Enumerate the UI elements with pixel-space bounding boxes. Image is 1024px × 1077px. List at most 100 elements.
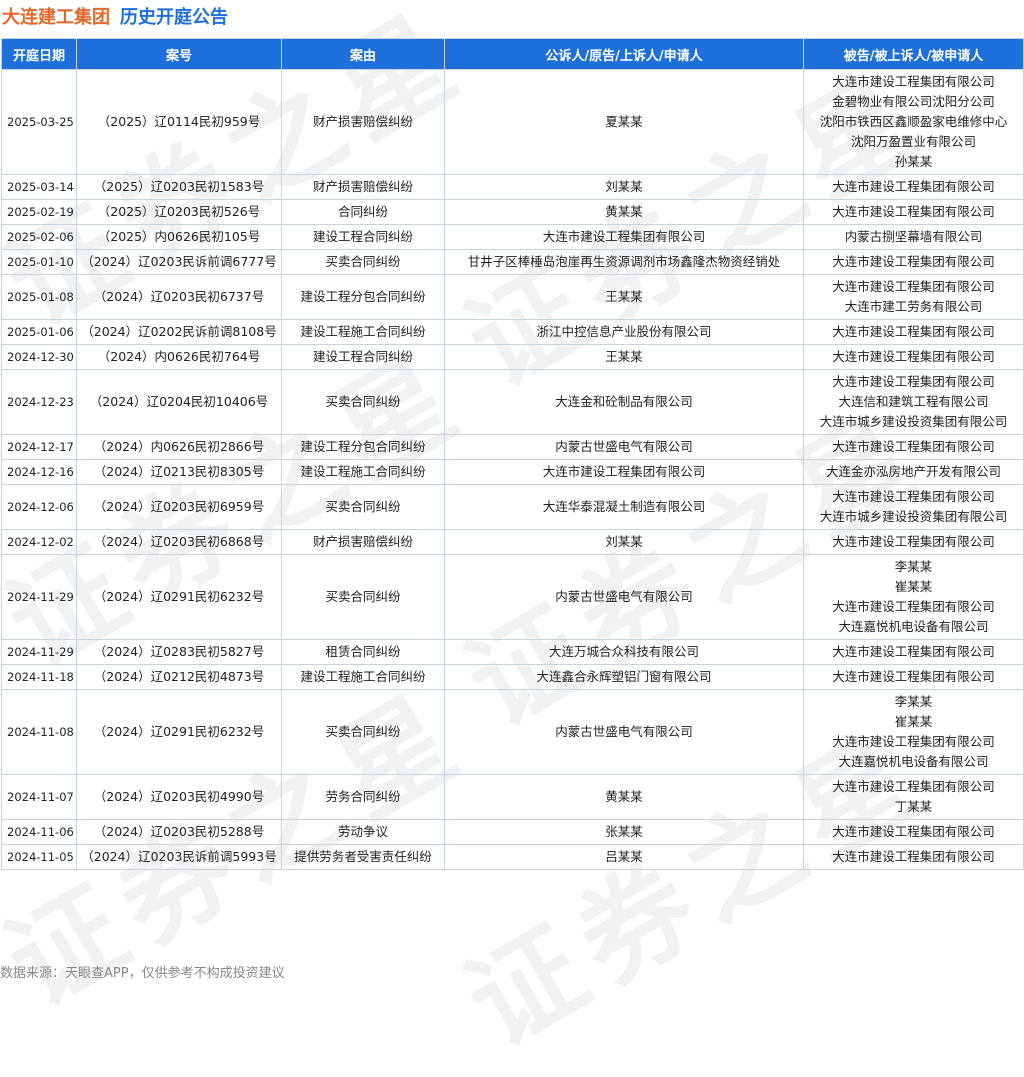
case-cause-cell: 劳务合同纠纷 bbox=[281, 774, 445, 820]
defendant-name: 大连市建设工程集团有限公司 bbox=[832, 179, 995, 194]
case-cause-cell: 建设工程施工合同纠纷 bbox=[281, 319, 445, 345]
case-cause-cell: 买卖合同纠纷 bbox=[281, 249, 445, 275]
column-header-cause: 案由 bbox=[281, 38, 445, 70]
defendant-cell: 大连市建设工程集团有限公司 丁某某 bbox=[803, 774, 1024, 820]
table-header-row: 开庭日期 案号 案由 公诉人/原告/上诉人/申请人 被告/被上诉人/被申请人 bbox=[1, 38, 1024, 70]
case-cause-cell: 买卖合同纠纷 bbox=[281, 484, 445, 530]
plaintiff-cell: 刘某某 bbox=[444, 174, 804, 200]
plaintiff-cell: 甘井子区棒棰岛泡崖再生资源调剂市场鑫隆杰物资经销处 bbox=[444, 249, 804, 275]
defendant-name: 李某某 bbox=[894, 559, 933, 574]
hearing-date-cell: 2024-11-29 bbox=[1, 554, 77, 640]
table-row: 2024-12-23 （2024）辽0204民初10406号 买卖合同纠纷 大连金和砼… bbox=[1, 369, 1024, 435]
defendant-cell: 李某某 崔某某 大连市建设工程集团有限公司 大连嘉悦机电设备有限公司 bbox=[803, 554, 1024, 640]
table-row: 2024-12-30 （2024）内0626民初764号 建设工程合同纠纷 王某某 大连… bbox=[1, 344, 1024, 370]
defendant-name: 崔某某 bbox=[894, 579, 933, 594]
defendant-cell: 大连市建设工程集团有限公司 bbox=[803, 434, 1024, 460]
hearing-date-cell: 2024-11-05 bbox=[1, 844, 77, 870]
table-row: 2024-11-29 （2024）辽0283民初5827号 租赁合同纠纷 大连万城合众… bbox=[1, 639, 1024, 665]
table-row: 2025-01-06 （2024）辽0202民诉前调8108号 建设工程施工合同纠纷… bbox=[1, 319, 1024, 345]
column-header-plaintiff: 公诉人/原告/上诉人/申请人 bbox=[444, 38, 804, 70]
case-number-cell: （2024）辽0291民初6232号 bbox=[76, 689, 282, 775]
case-cause-cell: 建设工程分包合同纠纷 bbox=[281, 434, 445, 460]
plaintiff-cell: 王某某 bbox=[444, 344, 804, 370]
case-number-cell: （2024）辽0213民初8305号 bbox=[76, 459, 282, 485]
defendant-cell: 大连市建设工程集团有限公司 bbox=[803, 319, 1024, 345]
defendant-name: 大连市建设工程集团有限公司 bbox=[832, 279, 995, 294]
hearing-date-cell: 2024-11-08 bbox=[1, 689, 77, 775]
page-title: 大连建工集团 历史开庭公告 bbox=[0, 0, 1024, 36]
hearing-date-cell: 2025-01-08 bbox=[1, 274, 77, 320]
defendant-name: 大连市建设工程集团有限公司 bbox=[832, 349, 995, 364]
case-number-cell: （2024）辽0204民初10406号 bbox=[76, 369, 282, 435]
case-number-cell: （2025）辽0203民初526号 bbox=[76, 199, 282, 225]
case-number-cell: （2024）辽0283民初5827号 bbox=[76, 639, 282, 665]
page-subtitle: 历史开庭公告 bbox=[120, 7, 228, 28]
defendant-name: 大连市建设工程集团有限公司 bbox=[832, 254, 995, 269]
hearing-date-cell: 2024-12-06 bbox=[1, 484, 77, 530]
case-cause-cell: 建设工程分包合同纠纷 bbox=[281, 274, 445, 320]
defendant-name: 崔某某 bbox=[894, 714, 933, 729]
case-number-cell: （2024）辽0203民初6959号 bbox=[76, 484, 282, 530]
defendant-name: 大连市建设工程集团有限公司 bbox=[832, 734, 995, 749]
table-row: 2025-03-14 （2025）辽0203民初1583号 财产损害赔偿纠纷 刘某某 大… bbox=[1, 174, 1024, 200]
case-cause-cell: 合同纠纷 bbox=[281, 199, 445, 225]
case-cause-cell: 买卖合同纠纷 bbox=[281, 554, 445, 640]
defendant-name: 大连市城乡建设投资集团有限公司 bbox=[819, 509, 1008, 524]
hearing-date-cell: 2024-12-16 bbox=[1, 459, 77, 485]
defendant-name: 大连市建设工程集团有限公司 bbox=[832, 779, 995, 794]
defendant-cell: 内蒙古捌坚幕墙有限公司 bbox=[803, 224, 1024, 250]
plaintiff-cell: 黄某某 bbox=[444, 774, 804, 820]
case-cause-cell: 建设工程施工合同纠纷 bbox=[281, 459, 445, 485]
plaintiff-cell: 浙江中控信息产业股份有限公司 bbox=[444, 319, 804, 345]
case-cause-cell: 租赁合同纠纷 bbox=[281, 639, 445, 665]
defendant-name: 大连市建设工程集团有限公司 bbox=[832, 439, 995, 454]
hearing-date-cell: 2025-01-06 bbox=[1, 319, 77, 345]
defendant-name: 孙某某 bbox=[894, 154, 933, 169]
defendant-name: 丁某某 bbox=[894, 799, 933, 814]
table-row: 2024-11-06 （2024）辽0203民初5288号 劳动争议 张某某 大连市建设… bbox=[1, 819, 1024, 845]
data-source-note: 数据来源：天眼查APP，仅供参考不构成投资建议 bbox=[0, 966, 285, 981]
defendant-name: 大连市建设工程集团有限公司 bbox=[832, 374, 995, 389]
case-number-cell: （2025）辽0203民初1583号 bbox=[76, 174, 282, 200]
plaintiff-cell: 吕某某 bbox=[444, 844, 804, 870]
table-row: 2025-02-19 （2025）辽0203民初526号 合同纠纷 黄某某 大连市建设工… bbox=[1, 199, 1024, 225]
table-row: 2024-12-02 （2024）辽0203民初6868号 财产损害赔偿纠纷 刘某某 大… bbox=[1, 529, 1024, 555]
defendant-cell: 大连市建设工程集团有限公司 bbox=[803, 664, 1024, 690]
hearing-date-cell: 2024-12-17 bbox=[1, 434, 77, 460]
column-header-defendant: 被告/被上诉人/被申请人 bbox=[803, 38, 1024, 70]
case-cause-cell: 财产损害赔偿纠纷 bbox=[281, 174, 445, 200]
hearing-date-cell: 2024-12-30 bbox=[1, 344, 77, 370]
case-cause-cell: 劳动争议 bbox=[281, 819, 445, 845]
hearing-date-cell: 2024-12-02 bbox=[1, 529, 77, 555]
table-row: 2024-11-18 （2024）辽0212民初4873号 建设工程施工合同纠纷 大连… bbox=[1, 664, 1024, 690]
defendant-name: 大连市城乡建设投资集团有限公司 bbox=[819, 414, 1008, 429]
defendant-name: 大连市建设工程集团有限公司 bbox=[832, 824, 995, 839]
hearing-date-cell: 2025-03-25 bbox=[1, 69, 77, 175]
hearing-date-cell: 2025-02-19 bbox=[1, 199, 77, 225]
defendant-name: 大连市建设工程集团有限公司 bbox=[832, 489, 995, 504]
table-row: 2024-11-29 （2024）辽0291民初6232号 买卖合同纠纷 内蒙古世盛电… bbox=[1, 554, 1024, 640]
plaintiff-cell: 大连万城合众科技有限公司 bbox=[444, 639, 804, 665]
plaintiff-cell: 张某某 bbox=[444, 819, 804, 845]
table-row: 2024-12-06 （2024）辽0203民初6959号 买卖合同纠纷 大连华泰混凝… bbox=[1, 484, 1024, 530]
case-cause-cell: 建设工程合同纠纷 bbox=[281, 224, 445, 250]
plaintiff-cell: 大连鑫合永辉塑铝门窗有限公司 bbox=[444, 664, 804, 690]
table-row: 2024-12-16 （2024）辽0213民初8305号 建设工程施工合同纠纷 大连… bbox=[1, 459, 1024, 485]
defendant-cell: 大连金亦泓房地产开发有限公司 bbox=[803, 459, 1024, 485]
case-number-cell: （2024）辽0291民初6232号 bbox=[76, 554, 282, 640]
case-number-cell: （2025）辽0114民初959号 bbox=[76, 69, 282, 175]
hearing-date-cell: 2024-11-07 bbox=[1, 774, 77, 820]
defendant-cell: 大连市建设工程集团有限公司 大连市城乡建设投资集团有限公司 bbox=[803, 484, 1024, 530]
table-row: 2024-11-05 （2024）辽0203民诉前调5993号 提供劳务者受害责任纠… bbox=[1, 844, 1024, 870]
defendant-name: 沈阳万盈置业有限公司 bbox=[850, 134, 976, 149]
defendant-cell: 大连市建设工程集团有限公司 bbox=[803, 199, 1024, 225]
hearing-date-cell: 2025-03-14 bbox=[1, 174, 77, 200]
table-row: 2025-02-06 （2025）内0626民初105号 建设工程合同纠纷 大连市建设… bbox=[1, 224, 1024, 250]
defendant-cell: 大连市建设工程集团有限公司 bbox=[803, 174, 1024, 200]
case-cause-cell: 财产损害赔偿纠纷 bbox=[281, 69, 445, 175]
defendant-name: 金碧物业有限公司沈阳分公司 bbox=[832, 94, 995, 109]
plaintiff-cell: 内蒙古世盛电气有限公司 bbox=[444, 554, 804, 640]
defendant-cell: 大连市建设工程集团有限公司 bbox=[803, 249, 1024, 275]
company-name: 大连建工集团 bbox=[2, 7, 110, 28]
defendant-cell: 大连市建设工程集团有限公司 bbox=[803, 529, 1024, 555]
